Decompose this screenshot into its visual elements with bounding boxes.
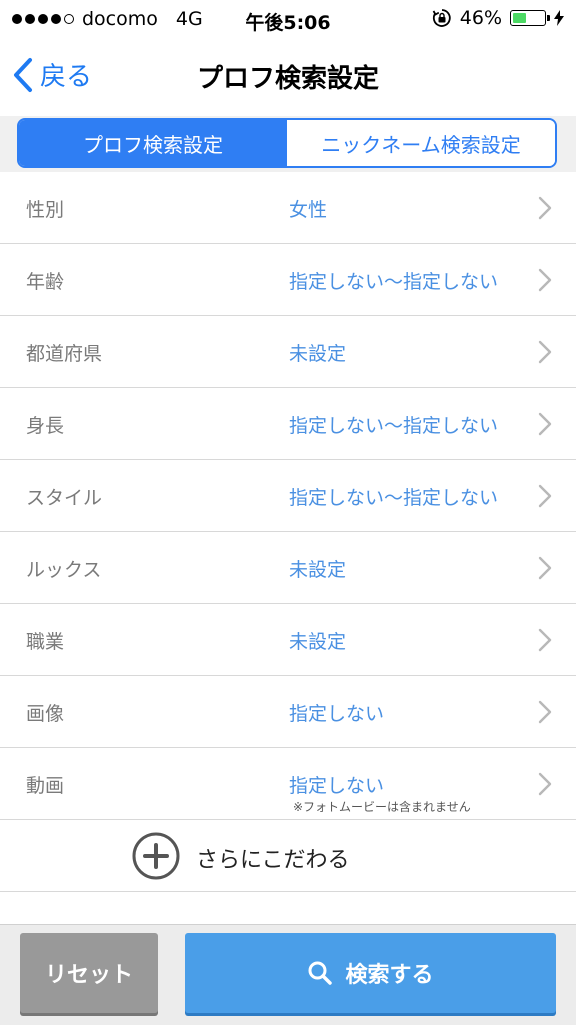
- search-settings-list: 性別 女性 年齢 指定しない〜指定しない 都道府県 未設定 身長 指定しない〜指…: [0, 172, 576, 892]
- rotation-lock-icon: [432, 9, 451, 27]
- chevron-right-icon: [538, 700, 552, 724]
- row-value: 指定しない: [289, 703, 385, 725]
- row-value: 指定しない〜指定しない: [289, 271, 499, 293]
- battery-fill: [513, 13, 527, 23]
- row-label: 性別: [26, 199, 65, 221]
- row-label: 画像: [26, 703, 65, 725]
- status-bar: docomo 4G 午後5:06 46%: [0, 0, 576, 40]
- row-value: 女性: [289, 199, 328, 221]
- row-label: スタイル: [26, 487, 103, 509]
- row-value: 未設定: [289, 343, 347, 365]
- row-video[interactable]: 動画 指定しない ※フォトムービーは含まれません: [0, 748, 576, 820]
- row-image[interactable]: 画像 指定しない: [0, 676, 576, 748]
- chevron-right-icon: [538, 772, 552, 796]
- row-label: 年齢: [26, 271, 65, 293]
- more-options-label: さらにこだわる: [196, 848, 350, 873]
- row-value: 指定しない: [289, 775, 385, 797]
- row-value: 指定しない〜指定しない: [289, 415, 499, 437]
- row-value: 指定しない〜指定しない: [289, 487, 499, 509]
- row-label: 身長: [26, 415, 65, 437]
- row-label: 職業: [26, 631, 65, 653]
- nav-bar: 戻る プロフ検索設定: [0, 40, 576, 117]
- page-title: プロフ検索設定: [196, 64, 379, 94]
- battery-icon: [510, 10, 550, 26]
- row-gender[interactable]: 性別 女性: [0, 172, 576, 244]
- plus-circle-icon: [132, 832, 180, 880]
- battery-percent: 46%: [459, 7, 502, 29]
- row-value: 未設定: [289, 631, 347, 653]
- row-label: 動画: [26, 775, 65, 797]
- reset-button[interactable]: リセット: [20, 933, 158, 1013]
- segment-area: プロフ検索設定 ニックネーム検索設定: [0, 116, 576, 172]
- bolt-icon: [554, 10, 564, 26]
- magnifier-icon: [308, 961, 333, 985]
- bottom-action-bar: リセット 検索する: [0, 924, 576, 1025]
- status-right: 46%: [432, 7, 564, 29]
- chevron-right-icon: [538, 484, 552, 508]
- tab-nickname-search[interactable]: ニックネーム検索設定: [287, 120, 555, 166]
- battery-tip: [547, 15, 550, 21]
- chevron-right-icon: [538, 340, 552, 364]
- search-mode-tabs: プロフ検索設定 ニックネーム検索設定: [17, 118, 557, 168]
- row-looks[interactable]: ルックス 未設定: [0, 532, 576, 604]
- chevron-right-icon: [538, 412, 552, 436]
- search-button-label: 検索する: [345, 963, 434, 988]
- row-height[interactable]: 身長 指定しない〜指定しない: [0, 388, 576, 460]
- row-occupation[interactable]: 職業 未設定: [0, 604, 576, 676]
- chevron-right-icon: [538, 556, 552, 580]
- chevron-right-icon: [538, 268, 552, 292]
- chevron-right-icon: [538, 196, 552, 220]
- row-value: 未設定: [289, 559, 347, 581]
- row-style[interactable]: スタイル 指定しない〜指定しない: [0, 460, 576, 532]
- tab-profile-search[interactable]: プロフ検索設定: [19, 120, 287, 166]
- row-label: ルックス: [26, 559, 102, 581]
- row-note: ※フォトムービーは含まれません: [293, 800, 471, 814]
- chevron-right-icon: [538, 628, 552, 652]
- row-age[interactable]: 年齢 指定しない〜指定しない: [0, 244, 576, 316]
- more-options-button[interactable]: さらにこだわる: [0, 820, 576, 892]
- row-label: 都道府県: [26, 343, 103, 365]
- search-button[interactable]: 検索する: [185, 933, 556, 1013]
- row-prefecture[interactable]: 都道府県 未設定: [0, 316, 576, 388]
